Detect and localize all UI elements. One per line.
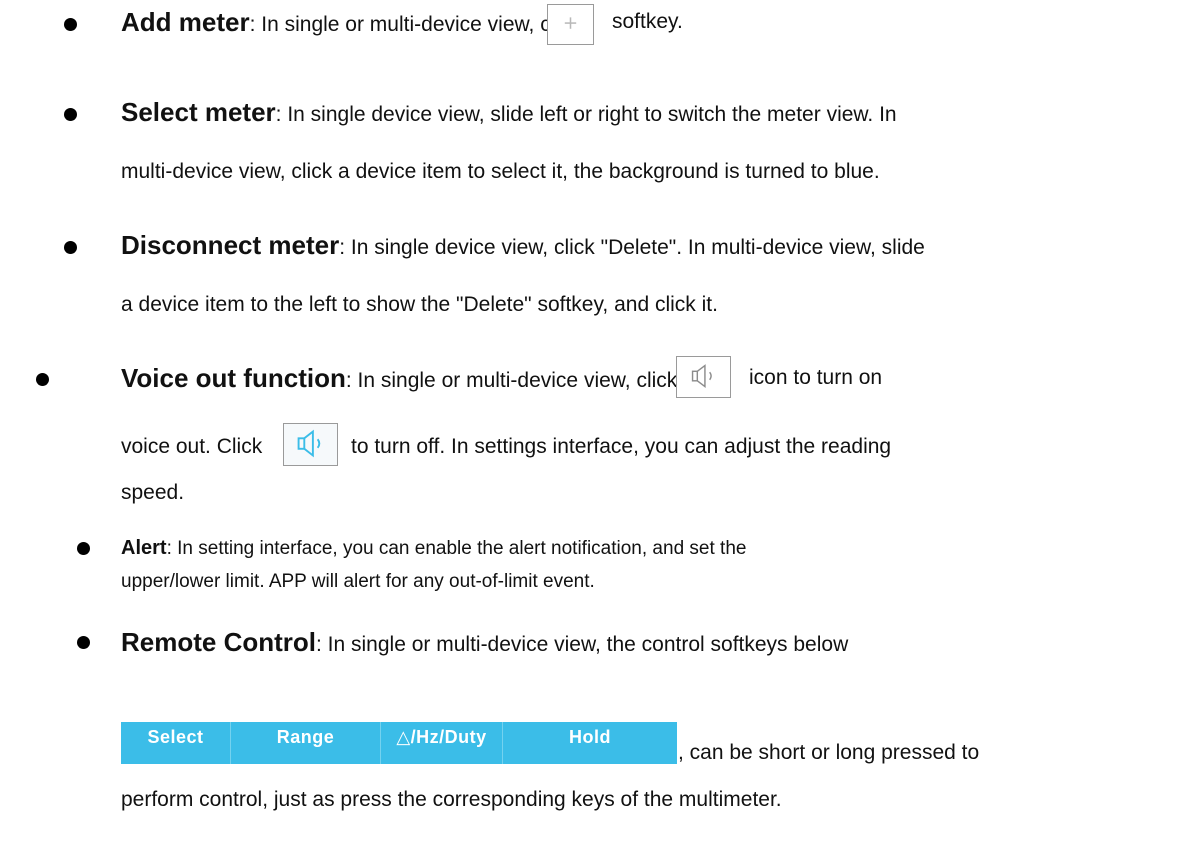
bullet: [64, 18, 77, 31]
item-voice-out-line2: voice out. Click: [121, 435, 263, 458]
item-text: : In single or multi-device view, click …: [345, 369, 713, 392]
item-term: Add meter: [121, 7, 250, 37]
item-text: speed.: [121, 481, 185, 504]
item-text: : In single device view, slide left or r…: [275, 103, 897, 126]
item-text: icon to turn on: [749, 366, 883, 389]
item-text: : In single or multi-device view, the co…: [316, 633, 849, 656]
item-text: a device item to the left to show the "D…: [121, 293, 718, 316]
item-term: Alert: [121, 537, 167, 559]
softkey-hz-duty: △/Hz/Duty: [381, 722, 503, 764]
softkey-select: Select: [121, 722, 231, 764]
softkey-hold: Hold: [569, 727, 611, 747]
softkey-range: Range: [231, 722, 381, 764]
item-alert-line1: Alert: In setting interface, you can ena…: [121, 536, 746, 561]
item-text: : In single device view, click "Delete".…: [339, 236, 925, 259]
item-disconnect-meter-line1: Disconnect meter: In single device view,…: [121, 232, 925, 261]
bullet: [64, 241, 77, 254]
item-term: Remote Control: [121, 627, 316, 657]
bullet: [77, 542, 90, 555]
item-term: Disconnect meter: [121, 230, 340, 260]
item-text: to turn off. In settings interface, you …: [351, 435, 892, 458]
item-text: , can be short or long pressed to: [678, 741, 980, 764]
softkey-bar: Select Range △/Hz/Duty Hold: [121, 722, 677, 764]
item-text: softkey.: [612, 10, 683, 33]
bullet: [77, 636, 90, 649]
item-text: multi-device view, click a device item t…: [121, 160, 880, 183]
item-voice-out-line1: Voice out function: In single or multi-d…: [121, 365, 712, 394]
item-text: upper/lower limit. APP will alert for an…: [121, 571, 595, 592]
plus-icon: [547, 4, 594, 45]
item-select-meter-line1: Select meter: In single device view, sli…: [121, 99, 897, 128]
speaker-icon: [676, 356, 731, 398]
item-text: perform control, just as press the corre…: [121, 788, 782, 811]
item-remote-control-line1: Remote Control: In single or multi-devic…: [121, 629, 848, 658]
bullet: [36, 373, 49, 386]
speaker-active-icon: [283, 423, 338, 466]
item-add-meter-line: Add meter: In single or multi-device vie…: [121, 9, 581, 38]
item-term: Select meter: [121, 97, 276, 127]
item-text: : In setting interface, you can enable t…: [166, 538, 747, 559]
bullet: [64, 108, 77, 121]
item-text: : In single or multi-device view, click: [249, 13, 582, 36]
item-term: Voice out function: [121, 363, 346, 393]
